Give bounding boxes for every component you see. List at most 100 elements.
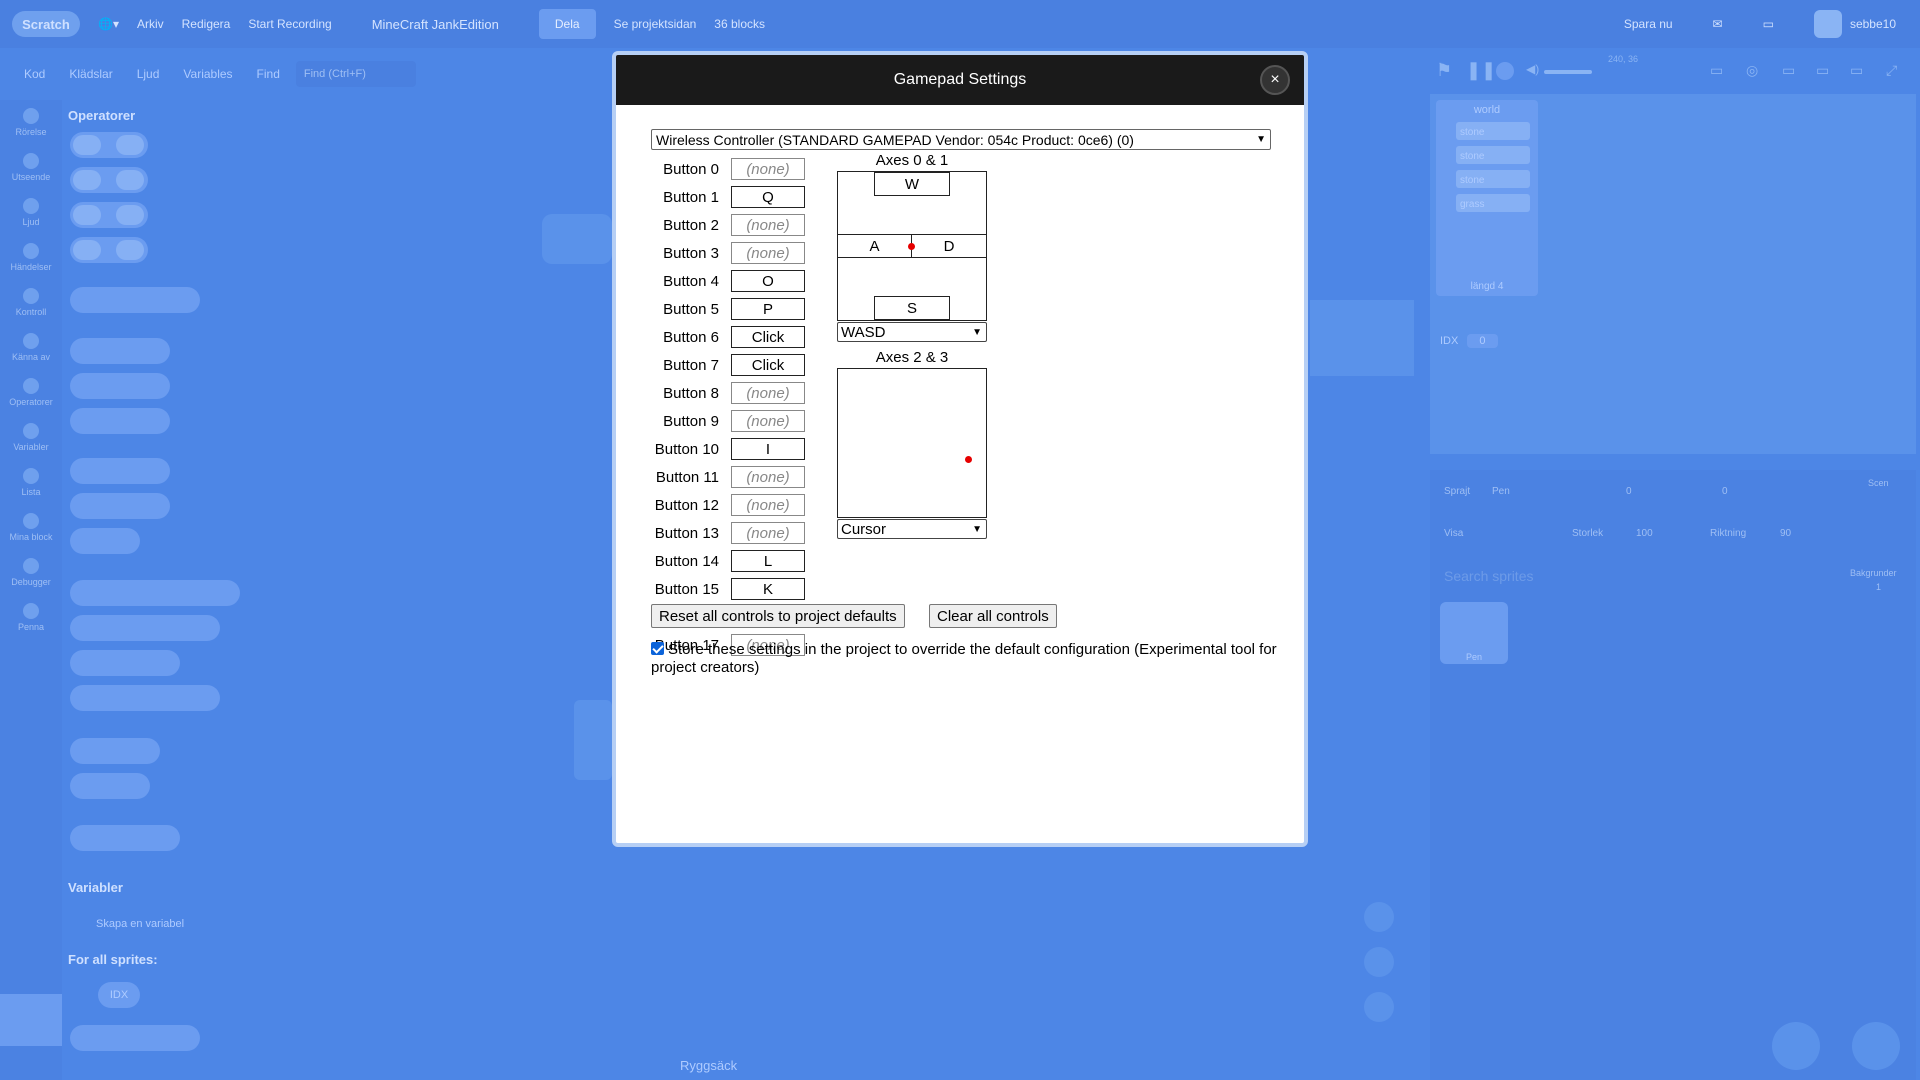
category-operators[interactable]: Operatorer (0, 378, 62, 407)
add-extension-button[interactable] (0, 994, 62, 1046)
stop-icon[interactable] (1496, 62, 1514, 80)
my-stuff-icon[interactable]: ▭ (1763, 17, 1774, 31)
block[interactable] (70, 528, 140, 554)
category-lists[interactable]: Lista (0, 468, 62, 497)
block[interactable] (70, 493, 170, 519)
menu-file[interactable]: Arkiv (137, 17, 164, 31)
tab-costumes[interactable]: Klädslar (69, 67, 112, 81)
button-mapping-input[interactable]: K (731, 578, 805, 600)
reset-defaults-button[interactable]: Reset all controls to project defaults (651, 604, 905, 628)
category-sensing[interactable]: Känna av (0, 333, 62, 362)
zoom-in-icon[interactable] (1364, 902, 1394, 932)
share-button[interactable]: Dela (538, 9, 596, 39)
make-variable-button[interactable]: Skapa en variabel (96, 918, 184, 930)
axis-left-key[interactable]: A (837, 234, 912, 258)
button-mapping-input[interactable]: (none) (731, 242, 805, 264)
block[interactable] (70, 1025, 200, 1051)
sprite-code-block[interactable] (542, 214, 612, 264)
category-pen[interactable]: Penna (0, 603, 62, 632)
project-title[interactable]: MineCraft JankEdition (372, 17, 499, 32)
block[interactable] (70, 202, 148, 228)
screenshot-icon[interactable]: ▭ (1710, 62, 1723, 79)
variable-reporter[interactable]: IDX (98, 982, 140, 1008)
button-mapping-input[interactable]: (none) (731, 410, 805, 432)
menu-edit[interactable]: Redigera (182, 17, 231, 31)
gamepad-icon[interactable]: ◎ (1746, 62, 1758, 79)
pause-icon[interactable]: ❚❚ (1466, 60, 1496, 81)
button-mapping-input[interactable]: I (731, 438, 805, 460)
block[interactable] (70, 373, 170, 399)
button-mapping-input[interactable]: (none) (731, 494, 805, 516)
see-project-page-button[interactable]: Se projektsidan (614, 17, 697, 31)
block[interactable] (70, 132, 148, 158)
size-field[interactable]: 100 (1636, 528, 1653, 539)
category-looks[interactable]: Utseende (0, 153, 62, 182)
zoom-reset-icon[interactable] (1364, 992, 1394, 1022)
button-mapping-input[interactable]: Click (731, 354, 805, 376)
block[interactable] (70, 825, 180, 851)
axes23-mode-select[interactable]: Cursor ▼ (837, 519, 987, 539)
small-stage-icon[interactable]: ▭ (1782, 62, 1795, 79)
window-icon[interactable]: ▭ (1850, 62, 1863, 79)
category-motion[interactable]: Rörelse (0, 108, 62, 137)
button-mapping-input[interactable]: (none) (731, 158, 805, 180)
axis-down-key[interactable]: S (874, 296, 950, 320)
button-mapping-input[interactable]: O (731, 270, 805, 292)
fullscreen-icon[interactable]: ⤢ (1886, 62, 1897, 79)
category-my-blocks[interactable]: Mina block (0, 513, 62, 542)
username[interactable]: sebbe10 (1850, 17, 1896, 31)
block[interactable] (70, 580, 240, 606)
category-debugger[interactable]: Debugger (0, 558, 62, 587)
zoom-out-icon[interactable] (1364, 947, 1394, 977)
sprite-name-field[interactable]: Pen (1492, 486, 1510, 497)
tab-variables[interactable]: Variables (183, 67, 232, 81)
large-stage-icon[interactable]: ▭ (1816, 62, 1829, 79)
search-sprites-input[interactable]: Search sprites (1444, 568, 1533, 584)
block[interactable] (70, 408, 170, 434)
green-flag-icon[interactable]: ⚑ (1436, 60, 1452, 81)
button-mapping-input[interactable]: Click (731, 326, 805, 348)
x-field[interactable]: 0 (1626, 486, 1632, 497)
scratch-logo[interactable]: Scratch (12, 11, 80, 37)
category-variables[interactable]: Variabler (0, 423, 62, 452)
block[interactable] (70, 650, 180, 676)
list-item[interactable]: stone (1456, 146, 1530, 164)
tab-code[interactable]: Kod (24, 67, 45, 81)
button-mapping-input[interactable]: (none) (731, 522, 805, 544)
button-mapping-input[interactable]: P (731, 298, 805, 320)
block[interactable] (70, 287, 200, 313)
block[interactable] (70, 458, 170, 484)
axis-up-key[interactable]: W (874, 172, 950, 196)
globe-icon[interactable]: 🌐▾ (98, 17, 119, 31)
list-item[interactable]: grass (1456, 194, 1530, 212)
category-events[interactable]: Händelser (0, 243, 62, 272)
backpack[interactable]: Ryggsäck (680, 1058, 737, 1073)
avatar[interactable] (1813, 10, 1842, 38)
block[interactable] (70, 738, 160, 764)
axes01-mode-select[interactable]: WASD ▼ (837, 322, 987, 342)
category-control[interactable]: Kontroll (0, 288, 62, 317)
block[interactable] (70, 615, 220, 641)
button-mapping-input[interactable]: (none) (731, 466, 805, 488)
block[interactable] (70, 167, 148, 193)
save-now-button[interactable]: Spara nu (1624, 17, 1673, 31)
list-item[interactable]: stone (1456, 122, 1530, 140)
y-field[interactable]: 0 (1722, 486, 1728, 497)
volume-slider[interactable] (1544, 70, 1592, 74)
add-backdrop-button[interactable] (1852, 1022, 1900, 1070)
block[interactable] (70, 685, 220, 711)
button-mapping-input[interactable]: (none) (731, 214, 805, 236)
find-input[interactable]: Find (Ctrl+F) (295, 61, 416, 87)
block[interactable] (70, 773, 150, 799)
add-sprite-button[interactable] (1772, 1022, 1820, 1070)
sprite-code-block[interactable] (1310, 300, 1414, 376)
sprite-thumbnail[interactable]: Pen (1440, 602, 1508, 664)
close-button[interactable]: × (1260, 65, 1290, 95)
button-mapping-input[interactable]: L (731, 550, 805, 572)
axis-right-key[interactable]: D (911, 234, 987, 258)
menu-start-recording[interactable]: Start Recording (248, 17, 331, 31)
block[interactable] (70, 237, 148, 263)
clear-controls-button[interactable]: Clear all controls (929, 604, 1057, 628)
button-mapping-input[interactable]: Q (731, 186, 805, 208)
store-settings-checkbox[interactable] (651, 642, 664, 655)
